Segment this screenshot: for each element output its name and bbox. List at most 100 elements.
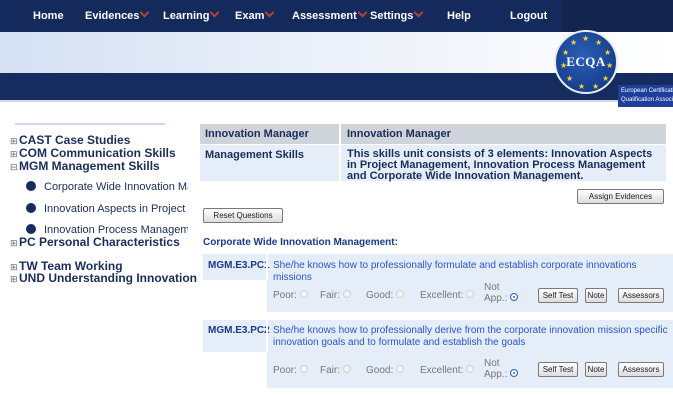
rating-excellent[interactable]: Excellent: <box>420 365 475 376</box>
star-icon: ★ <box>592 82 600 91</box>
rating-label: Excellent: <box>420 365 464 376</box>
sidebar-item-pc[interactable]: ⊞PC Personal Characteristics <box>10 235 180 249</box>
nav-label: Home <box>33 10 64 22</box>
section-title: Corporate Wide Innovation Management: <box>203 237 398 248</box>
skill-info-table: Innovation Manager Innovation Manager Ma… <box>200 124 666 182</box>
star-icon: ★ <box>595 38 603 47</box>
sidebar-item-label: PC Personal Characteristics <box>19 235 180 249</box>
expand-icon[interactable]: ⊞ <box>10 274 18 285</box>
radio-poor[interactable] <box>299 290 308 298</box>
sidebar-item-label: UND Understanding Innovation <box>19 271 197 285</box>
nav-item-evidences[interactable]: Evidences <box>85 7 150 22</box>
job-role-title: Innovation Manager <box>347 128 451 140</box>
assign-evidences-button[interactable]: Assign Evidences <box>577 189 664 204</box>
bullet-icon <box>26 203 36 213</box>
rating-label: Fair: <box>320 365 340 376</box>
assessors-button[interactable]: Assessors <box>618 362 664 377</box>
star-icon: ★ <box>570 38 578 47</box>
rating-label: Excellent: <box>420 290 464 301</box>
criterion-row: MGM.E3.PC1 She/he knows how to professio… <box>203 254 673 283</box>
rating-good[interactable]: Good: <box>366 365 405 376</box>
row-divider <box>200 144 666 145</box>
chevron-down-icon <box>357 7 368 18</box>
radio-not-applicable[interactable] <box>510 369 519 377</box>
rating-label: Good: <box>366 290 394 301</box>
star-icon: ★ <box>578 82 586 91</box>
criterion-code: MGM.E3.PC1 <box>208 260 270 271</box>
radio-not-applicable[interactable] <box>510 293 519 301</box>
radio-poor[interactable] <box>299 365 308 373</box>
rating-fair[interactable]: Fair: <box>320 290 351 301</box>
sidebar-item-label: COM Communication Skills <box>19 146 176 160</box>
rating-not-applicable[interactable]: Not App.: <box>484 358 519 380</box>
rating-label: Not <box>484 358 500 369</box>
radio-excellent[interactable] <box>466 365 475 373</box>
header-divider <box>0 100 673 102</box>
criterion-rating-row: Poor: Fair: Good: Excellent: Not App.: Se… <box>267 280 673 312</box>
nav-label: Help <box>447 10 471 22</box>
nav-label: Evidences <box>85 10 140 22</box>
skill-unit-name: Management Skills <box>205 149 305 161</box>
main-menu: Home Evidences Learning Exam Assessment … <box>0 0 562 32</box>
assessors-button[interactable]: Assessors <box>618 288 664 303</box>
nav-label: Assessment <box>292 10 357 22</box>
nav-label: Logout <box>510 10 548 22</box>
reset-questions-button[interactable]: Reset Questions <box>203 208 283 223</box>
bullet-icon <box>26 181 36 191</box>
rating-label: Fair: <box>320 290 340 301</box>
sidebar-item-und[interactable]: ⊞UND Understanding Innovation <box>10 271 197 285</box>
star-icon: ★ <box>582 34 590 43</box>
sidebar-subitem-project[interactable]: Innovation Aspects in Project M <box>26 202 188 215</box>
ecqa-logo: ★ ★ ★ ★ ★ ★ ★ ★ ★ ★ ★ ECQA <box>554 30 618 94</box>
job-role-cell: Innovation Manager <box>205 128 309 140</box>
tagline-line: European Certification & <box>621 88 673 94</box>
expand-icon[interactable]: ⊞ <box>10 238 18 249</box>
rating-excellent[interactable]: Excellent: <box>420 290 475 301</box>
nav-item-learning[interactable]: Learning <box>163 7 220 22</box>
radio-fair[interactable] <box>343 290 351 298</box>
rating-label: App.: <box>484 293 508 304</box>
rating-good[interactable]: Good: <box>366 290 405 301</box>
rating-not-applicable[interactable]: Not App.: <box>484 282 519 304</box>
rating-poor[interactable]: Poor: <box>273 365 308 376</box>
self-test-button[interactable]: Self Test <box>538 288 578 303</box>
sidebar-subitem-label: Corporate Wide Innovation Ma <box>44 181 188 193</box>
sidebar-item-label: MGM Management Skills <box>19 159 160 173</box>
sidebar-subitem-corporate[interactable]: Corporate Wide Innovation Ma <box>26 180 188 193</box>
nav-item-settings[interactable]: Settings <box>370 7 424 22</box>
nav-item-exam[interactable]: Exam <box>235 7 275 22</box>
sidebar-item-cast[interactable]: ⊞CAST Case Studies <box>10 133 130 147</box>
nav-item-logout[interactable]: Logout <box>510 10 547 22</box>
rating-label: Good: <box>366 365 394 376</box>
radio-good[interactable] <box>396 290 405 298</box>
nav-item-help[interactable]: Help <box>447 10 471 22</box>
radio-good[interactable] <box>396 365 405 373</box>
note-button[interactable]: Note <box>585 362 607 377</box>
note-button[interactable]: Note <box>585 288 607 303</box>
rating-label: App.: <box>484 369 508 380</box>
criterion-code: MGM.E3.PC2 <box>208 325 270 336</box>
chevron-down-icon <box>139 7 150 18</box>
sidebar-item-com[interactable]: ⊞COM Communication Skills <box>10 146 176 160</box>
star-icon: ★ <box>566 74 574 83</box>
sidebar-item-mgm[interactable]: ⊟MGM Management Skills <box>10 159 160 173</box>
self-test-button[interactable]: Self Test <box>538 362 578 377</box>
rating-label: Not <box>484 282 500 293</box>
chevron-down-icon <box>264 7 275 18</box>
collapse-icon[interactable]: ⊟ <box>10 162 18 173</box>
nav-label: Exam <box>235 10 265 22</box>
criterion-rating-row: Poor: Fair: Good: Excellent: Not App.: Se… <box>267 352 673 388</box>
rating-poor[interactable]: Poor: <box>273 290 308 301</box>
nav-item-home[interactable]: Home <box>33 10 64 22</box>
skill-unit-description: This skills unit consists of 3 elements:… <box>347 148 653 182</box>
nav-label: Settings <box>370 10 414 22</box>
nav-item-assessment[interactable]: Assessment <box>292 7 368 22</box>
criterion-row: MGM.E3.PC2 She/he knows how to professio… <box>203 320 673 352</box>
radio-excellent[interactable] <box>466 290 475 298</box>
radio-fair[interactable] <box>343 365 351 373</box>
rating-label: Poor: <box>273 290 297 301</box>
column-divider <box>339 124 341 181</box>
star-icon: ★ <box>602 74 610 83</box>
rating-fair[interactable]: Fair: <box>320 365 351 376</box>
logo-text: ECQA <box>566 54 606 69</box>
